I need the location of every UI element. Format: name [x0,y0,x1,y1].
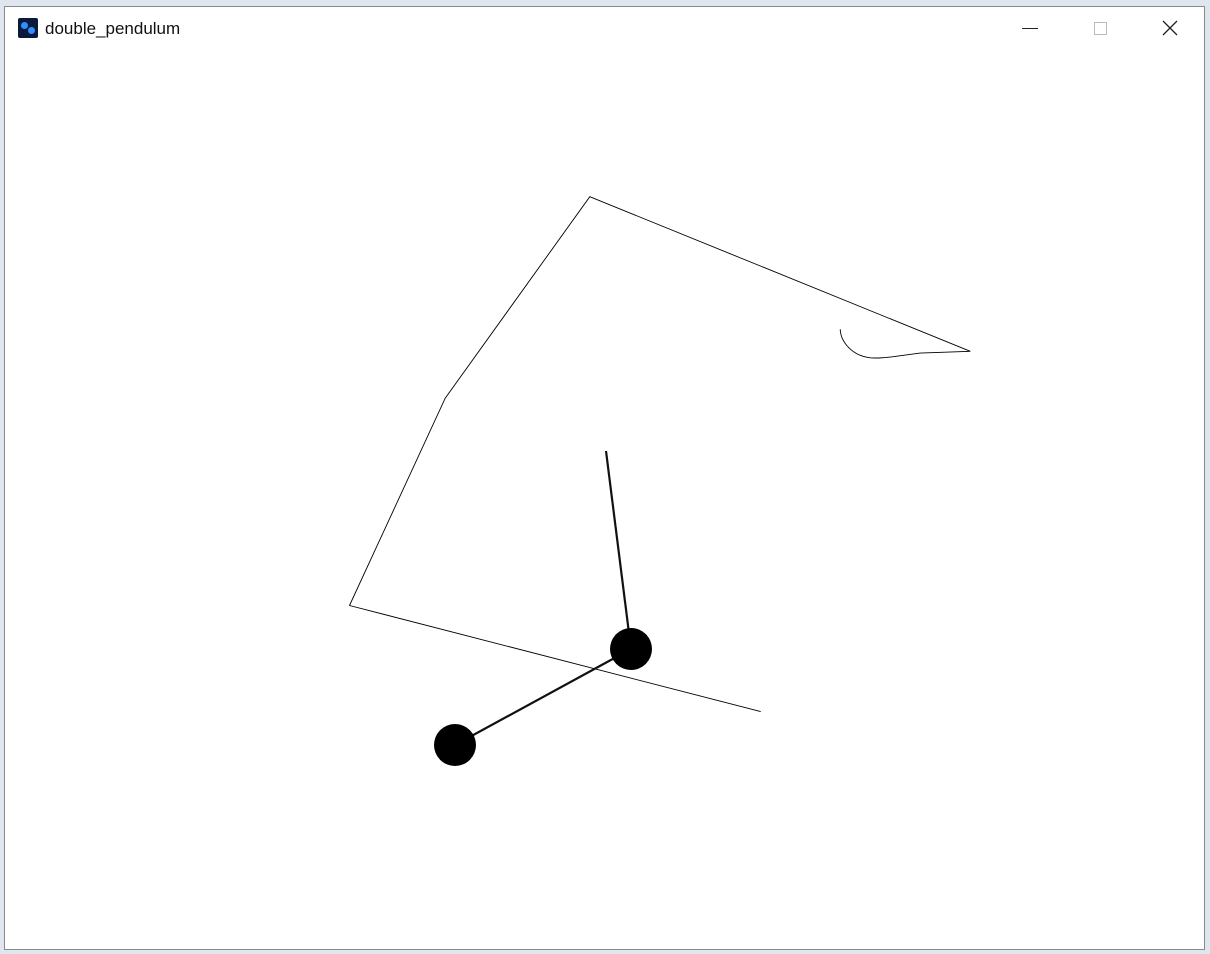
minimize-button[interactable] [995,7,1065,49]
maximize-button[interactable] [1065,7,1135,49]
sketch-canvas[interactable] [5,49,1204,949]
close-icon [1162,20,1178,36]
pendulum-scene [5,49,971,766]
minimize-icon [1022,27,1038,29]
upper-rod [604,450,633,650]
close-button[interactable] [1135,7,1205,49]
trajectory-segment [348,196,971,713]
app-window: double_pendulum [4,6,1205,950]
upper-bob [610,628,652,670]
title-bar[interactable]: double_pendulum [5,7,1204,49]
processing-app-icon [18,18,38,38]
window-title: double_pendulum [45,19,181,38]
lower-rod [454,648,632,746]
maximize-icon [1093,21,1107,35]
trajectory-trace [348,196,971,713]
lower-bob [434,724,476,766]
